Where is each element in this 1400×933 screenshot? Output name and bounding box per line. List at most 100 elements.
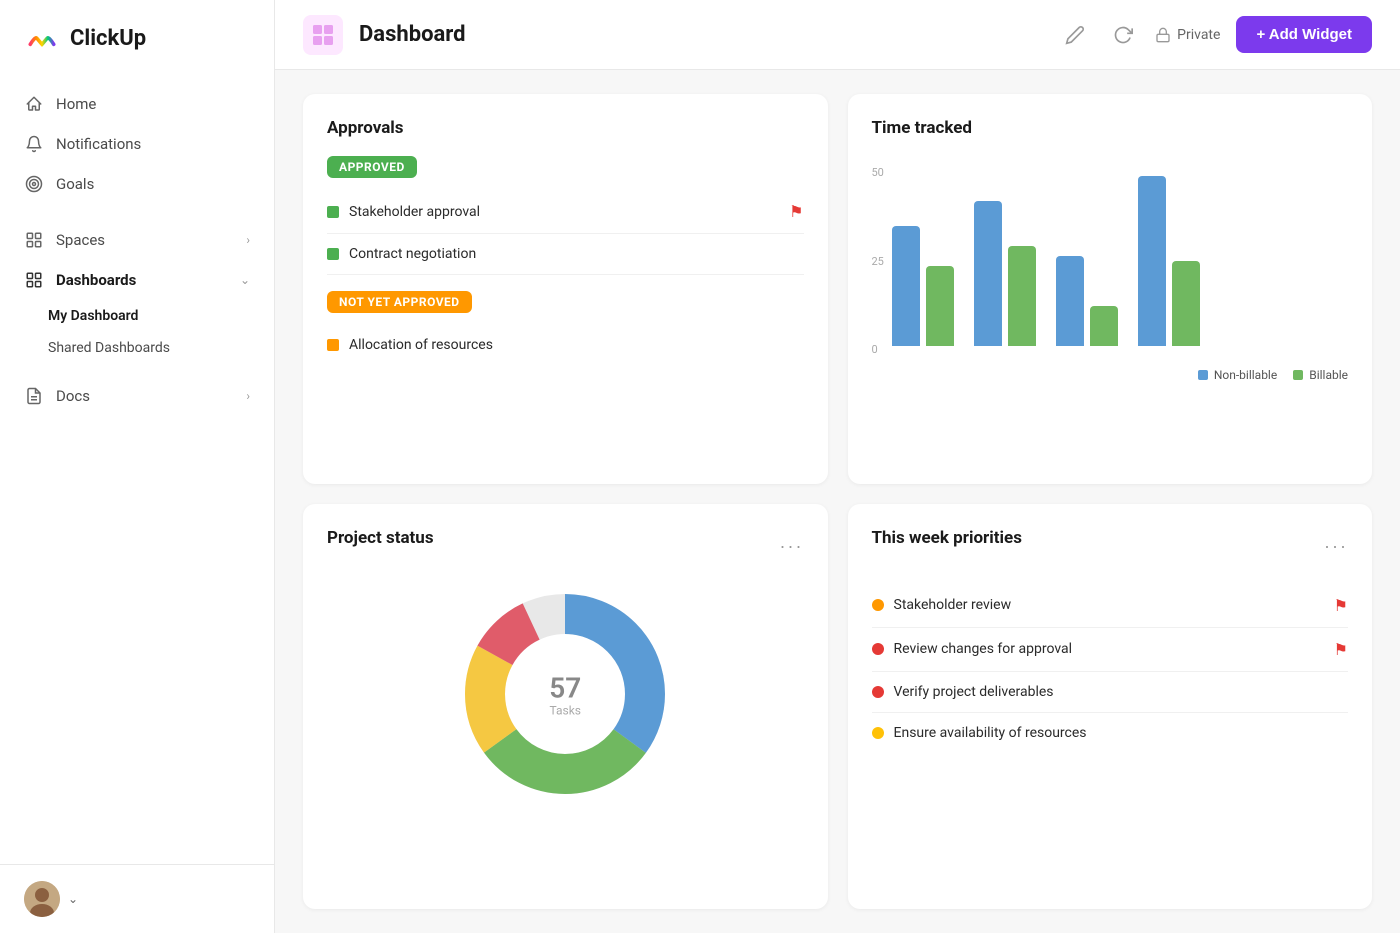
time-tracked-card: Time tracked 50 25 0 [848, 94, 1373, 484]
task-label: Tasks [549, 704, 581, 718]
shared-dashboards-label: Shared Dashboards [48, 340, 170, 356]
bell-icon [24, 134, 44, 154]
priority-dot-1 [872, 599, 884, 611]
docs-chevron-right: › [246, 389, 250, 403]
time-tracked-title: Time tracked [872, 118, 1349, 138]
priority-flag-1: ⚑ [1334, 596, 1348, 615]
approved-dot-1 [327, 206, 339, 218]
donut-center-text: 57 Tasks [549, 673, 581, 718]
sidebar-item-dashboards-label: Dashboards [56, 271, 228, 289]
legend-dot-blue [1198, 370, 1208, 380]
sidebar-item-notifications[interactable]: Notifications [0, 124, 274, 164]
approval-item-contract: Contract negotiation [327, 234, 804, 275]
approvals-title: Approvals [327, 118, 804, 138]
sidebar-item-goals[interactable]: Goals [0, 164, 274, 204]
sidebar-nav: Home Notifications Goals [0, 76, 274, 864]
approval-item-text-1: Stakeholder approval [349, 204, 480, 220]
sidebar-item-docs[interactable]: Docs › [0, 376, 274, 416]
sidebar-item-dashboards[interactable]: Dashboards ⌄ [0, 260, 274, 300]
project-status-more-btn[interactable]: ··· [780, 536, 804, 557]
priority-text-4: Ensure availability of resources [894, 725, 1087, 741]
privacy-label: Private [1155, 27, 1220, 43]
sidebar-item-notifications-label: Notifications [56, 135, 250, 153]
bar-chart-wrapper: 50 25 0 [872, 156, 1349, 382]
donut-chart-container: 57 Tasks [327, 584, 804, 808]
bar-group-4 [1138, 176, 1200, 346]
bar-chart [892, 156, 1348, 356]
bar-green-4 [1172, 261, 1200, 346]
refresh-icon [1113, 25, 1133, 45]
priority-text-3: Verify project deliverables [894, 684, 1054, 700]
approval-item-text-2: Contract negotiation [349, 246, 476, 262]
avatar-chevron[interactable]: ⌄ [68, 892, 78, 906]
sidebar: ClickUp Home Notifications [0, 0, 275, 933]
dashboard-header-icon [303, 15, 343, 55]
logo: ClickUp [0, 0, 274, 76]
y-label-25: 25 [872, 255, 884, 268]
my-dashboard-label: My Dashboard [48, 308, 138, 324]
legend-billable-label: Billable [1309, 368, 1348, 382]
main-content: Dashboard Private + Add Widget [275, 0, 1400, 933]
bar-green-3 [1090, 306, 1118, 346]
y-label-50: 50 [872, 166, 884, 179]
priority-dot-3 [872, 686, 884, 698]
sidebar-item-my-dashboard[interactable]: My Dashboard [0, 300, 274, 332]
dashboard-grid: Approvals APPROVED Stakeholder approval … [275, 70, 1400, 933]
priorities-header: This week priorities ··· [872, 528, 1349, 566]
approvals-card: Approvals APPROVED Stakeholder approval … [303, 94, 828, 484]
pencil-icon [1065, 25, 1085, 45]
add-widget-button[interactable]: + Add Widget [1236, 16, 1372, 53]
approval-item-allocation: Allocation of resources [327, 325, 804, 365]
avatar-image [24, 881, 60, 917]
priority-flag-2: ⚑ [1334, 640, 1348, 659]
project-status-header: Project status ··· [327, 528, 804, 566]
pencil-button[interactable] [1059, 19, 1091, 51]
header: Dashboard Private + Add Widget [275, 0, 1400, 70]
spaces-chevron-right: › [246, 233, 250, 247]
dashboards-chevron-down: ⌄ [240, 273, 250, 287]
clickup-logo-icon [24, 20, 60, 56]
project-status-card: Project status ··· [303, 504, 828, 910]
priority-item-1: Stakeholder review ⚑ [872, 584, 1349, 628]
sidebar-item-shared-dashboards[interactable]: Shared Dashboards [0, 332, 274, 364]
privacy-text: Private [1177, 27, 1220, 43]
docs-icon [24, 386, 44, 406]
priority-item-2: Review changes for approval ⚑ [872, 628, 1349, 672]
approved-dot-2 [327, 248, 339, 260]
priority-text-1: Stakeholder review [894, 597, 1012, 613]
sidebar-item-docs-label: Docs [56, 387, 234, 405]
approved-badge: APPROVED [327, 156, 417, 178]
priority-dot-2 [872, 643, 884, 655]
home-icon [24, 94, 44, 114]
flag-icon-1: ⚑ [789, 202, 803, 221]
lock-icon [1155, 27, 1171, 43]
project-status-title: Project status [327, 528, 434, 548]
legend-non-billable-label: Non-billable [1214, 368, 1277, 382]
priorities-more-btn[interactable]: ··· [1324, 536, 1348, 557]
refresh-button[interactable] [1107, 19, 1139, 51]
priorities-title: This week priorities [872, 528, 1022, 548]
avatar[interactable] [24, 881, 60, 917]
bar-green-2 [1008, 246, 1036, 346]
dashboard-grid-icon [311, 23, 335, 47]
logo-text: ClickUp [70, 26, 146, 51]
spaces-icon [24, 230, 44, 250]
priority-item-3: Verify project deliverables [872, 672, 1349, 713]
priority-dot-4 [872, 727, 884, 739]
bar-blue-1 [892, 226, 920, 346]
page-title: Dashboard [359, 22, 1043, 47]
nav-section-spaces: Spaces › Dashboards ⌄ My Dashboard Share… [0, 220, 274, 416]
y-axis-labels: 50 25 0 [872, 156, 892, 356]
approval-item-stakeholder: Stakeholder approval ⚑ [327, 190, 804, 234]
task-count: 57 [549, 673, 581, 704]
sidebar-item-goals-label: Goals [56, 175, 250, 193]
sidebar-item-spaces[interactable]: Spaces › [0, 220, 274, 260]
y-label-0: 0 [872, 343, 884, 356]
legend-billable: Billable [1293, 368, 1348, 382]
donut-chart: 57 Tasks [455, 584, 675, 808]
goals-icon [24, 174, 44, 194]
chart-legend: Non-billable Billable [892, 368, 1348, 382]
priorities-card: This week priorities ··· Stakeholder rev… [848, 504, 1373, 910]
sidebar-item-home[interactable]: Home [0, 84, 274, 124]
dashboards-icon [24, 270, 44, 290]
